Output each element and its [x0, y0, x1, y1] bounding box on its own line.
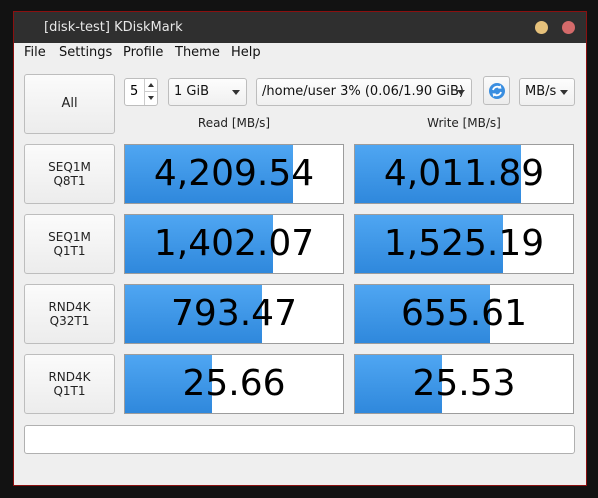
window-title: [disk-test] KDiskMark — [44, 20, 183, 35]
test-button[interactable]: SEQ1M Q1T1 — [24, 214, 115, 274]
minimize-button[interactable] — [535, 21, 548, 34]
app-window: [disk-test] KDiskMark File Settings Prof… — [13, 11, 587, 486]
read-result-value: 4,209.54 — [153, 153, 315, 194]
write-header: Write [MB/s] — [427, 116, 501, 130]
status-bar — [24, 425, 575, 454]
menu-file[interactable]: File — [24, 43, 46, 63]
refresh-icon[interactable] — [483, 76, 510, 105]
write-result-value: 1,525.19 — [383, 223, 545, 264]
loops-value: 5 — [130, 84, 139, 99]
close-button[interactable] — [562, 21, 575, 34]
target-select[interactable]: /home/user 3% (0.06/1.90 GiB) — [256, 78, 472, 106]
units-select[interactable]: MB/s — [519, 78, 575, 106]
chevron-down-icon — [232, 90, 240, 95]
write-result-field: 25.53 — [354, 354, 574, 414]
write-result-field: 1,525.19 — [354, 214, 574, 274]
test-button[interactable]: SEQ1M Q8T1 — [24, 144, 115, 204]
title-bar[interactable]: [disk-test] KDiskMark — [14, 12, 586, 43]
write-result-value: 25.53 — [412, 363, 516, 404]
read-result-value: 25.66 — [182, 363, 286, 404]
test-button[interactable]: RND4K Q1T1 — [24, 354, 115, 414]
chevron-down-icon — [560, 90, 568, 95]
size-value: 1 GiB — [174, 84, 210, 99]
write-result-value: 4,011.89 — [383, 153, 545, 194]
loops-spinbox[interactable]: 5 — [124, 78, 158, 106]
write-result-field: 4,011.89 — [354, 144, 574, 204]
target-value: /home/user 3% (0.06/1.90 GiB) — [262, 84, 465, 99]
write-result-field: 655.61 — [354, 284, 574, 344]
spin-up-icon[interactable] — [144, 79, 157, 92]
read-result-value: 1,402.07 — [153, 223, 315, 264]
size-select[interactable]: 1 GiB — [168, 78, 247, 106]
run-all-button[interactable]: All — [24, 74, 115, 134]
spin-down-icon[interactable] — [144, 92, 157, 105]
units-value: MB/s — [525, 84, 557, 99]
read-result-field: 793.47 — [124, 284, 344, 344]
menu-help[interactable]: Help — [231, 43, 261, 63]
menu-profile[interactable]: Profile — [123, 43, 163, 63]
menu-bar: File Settings Profile Theme Help — [14, 43, 586, 63]
read-result-field: 1,402.07 — [124, 214, 344, 274]
chevron-down-icon — [457, 90, 465, 95]
write-result-value: 655.61 — [401, 293, 527, 334]
menu-settings[interactable]: Settings — [59, 43, 112, 63]
read-result-value: 793.47 — [171, 293, 297, 334]
test-button[interactable]: RND4K Q32T1 — [24, 284, 115, 344]
read-result-field: 4,209.54 — [124, 144, 344, 204]
read-header: Read [MB/s] — [197, 116, 271, 130]
read-result-field: 25.66 — [124, 354, 344, 414]
menu-theme[interactable]: Theme — [175, 43, 220, 63]
